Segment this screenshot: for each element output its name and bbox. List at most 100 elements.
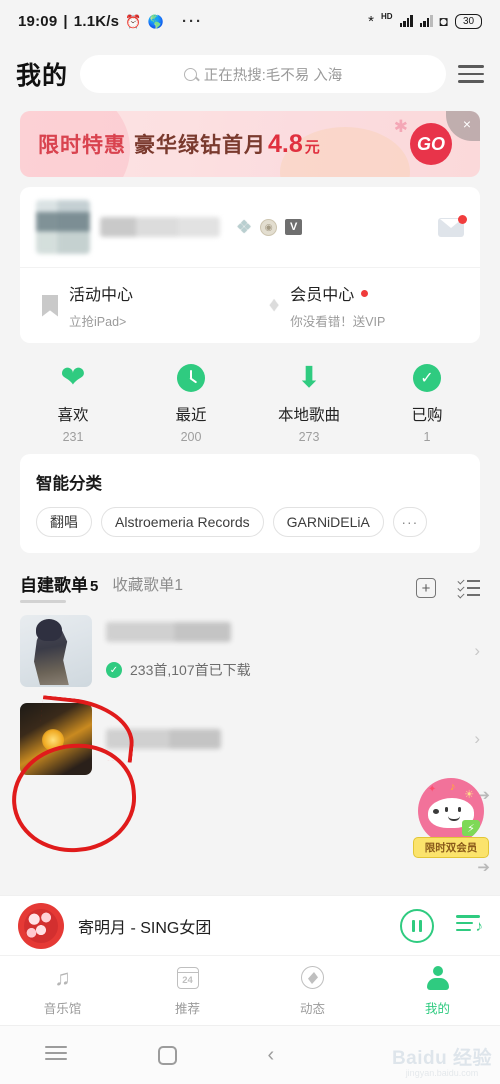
- status-separator: |: [63, 12, 68, 30]
- mini-player[interactable]: 寄明月 - SING女团 ♪: [0, 895, 500, 955]
- entry-member-center[interactable]: ♦ 会员中心 你没看错！送VIP: [253, 281, 480, 330]
- smart-classify-title: 智能分类: [36, 475, 102, 493]
- person-icon: [426, 965, 450, 991]
- diamond-icon: ♦: [269, 294, 280, 316]
- status-time: 19:09: [18, 12, 58, 30]
- playlist-cover[interactable]: [20, 703, 92, 775]
- pause-button-icon[interactable]: [400, 908, 434, 943]
- entry-row: 活动中心 立抢iPad> ♦ 会员中心 你没看错！送VIP: [20, 267, 480, 343]
- playlist-subtitle-row: ✓ 233首,107首已下载: [106, 660, 460, 680]
- mascot-eye-left: [445, 807, 448, 812]
- android-back-icon[interactable]: ‹: [267, 1044, 274, 1067]
- smart-classify-chips: 翻唱 Alstroemeria Records GARNiDELiA ···: [20, 494, 480, 553]
- promo-banner-text: 限时特惠 豪华绿钻首月 4.8 元: [38, 129, 320, 159]
- stat-count: 273: [298, 430, 320, 444]
- medal-badge-icon[interactable]: ◉: [260, 218, 278, 236]
- nav-item-music-hall[interactable]: ♫ 音乐馆: [0, 965, 125, 1017]
- battery-indicator: 30: [455, 13, 482, 29]
- username-redacted: [100, 217, 220, 237]
- nav-item-feed[interactable]: 动态: [250, 965, 375, 1017]
- entry-activity-center[interactable]: 活动中心 立抢iPad>: [20, 281, 253, 330]
- v-badge-icon[interactable]: V: [285, 219, 303, 235]
- playlist-meta: ✓ 233首,107首已下载: [106, 622, 460, 680]
- search-input[interactable]: 正在热搜:毛不易 入海: [80, 55, 446, 93]
- diamond-badge-icon[interactable]: ❖: [236, 217, 252, 238]
- mascot-nose: [433, 809, 439, 814]
- profile-card: ❖ ◉ V 活动中心 立抢iPad> ♦ 会员中心 你没看错！送VIP: [20, 187, 480, 343]
- chip-cover[interactable]: 翻唱: [36, 507, 92, 537]
- profile-badges: ❖ ◉ V: [236, 217, 303, 238]
- watermark-brand: Baidu 经验: [391, 1048, 492, 1069]
- android-home-icon[interactable]: [157, 1045, 177, 1065]
- app-header: 我的 正在热搜:毛不易 入海: [0, 42, 500, 106]
- playlist-row[interactable]: ✓ 233首,107首已下载 ›: [0, 607, 500, 695]
- promo-banner-price: 4.8: [268, 130, 303, 158]
- stat-label: 已购: [411, 407, 443, 424]
- chip-garnidelia[interactable]: GARNiDELiA: [272, 507, 384, 537]
- playlist-cover[interactable]: [20, 615, 92, 687]
- multi-select-icon[interactable]: [458, 579, 480, 597]
- promo-banner-tag: 限时特惠: [38, 134, 126, 157]
- nav-label: 推荐: [174, 1001, 200, 1016]
- stat-purchased[interactable]: ✓ 已购 1: [368, 361, 486, 444]
- stat-label: 最近: [175, 407, 207, 424]
- nav-item-recommend[interactable]: 24 推荐: [125, 965, 250, 1017]
- compass-icon: [301, 965, 324, 991]
- stat-count: 1: [423, 430, 431, 444]
- bluetooth-icon: *: [368, 12, 374, 30]
- alarm-clock-icon: ⏰: [125, 13, 142, 29]
- play-queue-icon[interactable]: ♪: [456, 915, 484, 936]
- clock-icon: [177, 361, 205, 395]
- tab-own-playlists[interactable]: 自建歌单 5: [20, 571, 98, 603]
- stat-favorites[interactable]: ❤ 喜欢 231: [14, 361, 132, 445]
- mascot-mouth: [448, 816, 460, 821]
- check-circle-icon: ✓: [413, 361, 441, 395]
- smart-classify-card: 智能分类 翻唱 Alstroemeria Records GARNiDELiA …: [20, 454, 480, 553]
- status-bar-right: * HD ◘ 30: [368, 11, 482, 30]
- watermark: Baidu 经验 jingyan.baidu.com: [392, 1043, 492, 1078]
- stat-label: 本地歌曲: [277, 407, 340, 424]
- profile-row[interactable]: ❖ ◉ V: [20, 187, 480, 267]
- chip-more[interactable]: ···: [392, 507, 427, 537]
- add-playlist-icon[interactable]: +: [416, 578, 436, 598]
- playlist-name-redacted: [106, 729, 221, 749]
- now-playing-artwork[interactable]: [18, 902, 64, 949]
- heart-icon: ❤: [60, 361, 86, 394]
- playlist-meta: [106, 729, 460, 749]
- stat-count: 200: [180, 430, 202, 444]
- watermark-url: jingyan.baidu.com: [405, 1068, 479, 1078]
- floating-promo-mascot[interactable]: ➔ ✦ ♪ ☀ ⚡ 限时双会员 ➔: [410, 778, 492, 876]
- status-bar: 19:09 | 1.1K/s ⏰ 🌎 ··· * HD ◘ 30: [0, 0, 500, 42]
- hamburger-menu-icon[interactable]: [458, 65, 484, 83]
- download-icon: ⬇: [296, 362, 322, 394]
- search-placeholder: 正在热搜:毛不易 入海: [203, 67, 343, 84]
- signal-bars-icon-1: [399, 15, 413, 27]
- music-sparkle-icon: ♪: [450, 781, 456, 793]
- bookmark-icon: [42, 294, 58, 317]
- playlist-tabs: 自建歌单 5 收藏歌单1 +: [0, 553, 500, 603]
- page-title: 我的: [16, 62, 69, 90]
- promo-banner[interactable]: 限时特惠 豪华绿钻首月 4.8 元 ✱ GO ×: [20, 111, 480, 177]
- android-menu-icon[interactable]: [45, 1046, 68, 1064]
- promo-go-button[interactable]: GO: [410, 123, 452, 165]
- pink-dog-mascot-icon: ✦ ♪ ☀ ⚡: [418, 778, 484, 844]
- avatar[interactable]: [36, 200, 90, 254]
- music-note-icon: ♪: [475, 918, 484, 936]
- nav-item-mine[interactable]: 我的: [375, 965, 500, 1017]
- entry-title: 活动中心: [69, 281, 133, 305]
- nav-label: 我的: [424, 1001, 450, 1016]
- entry-title: 会员中心: [290, 281, 385, 305]
- search-icon: [183, 67, 197, 81]
- now-playing-title: 寄明月 - SING女团: [78, 919, 212, 937]
- mail-button[interactable]: [438, 214, 467, 237]
- bottom-nav: ♫ 音乐馆 24 推荐 动态 我的: [0, 955, 500, 1025]
- stat-recent[interactable]: 最近 200: [132, 361, 250, 444]
- hd-label: HD: [380, 11, 393, 21]
- close-icon[interactable]: ×: [446, 111, 480, 141]
- stat-local-songs[interactable]: ⬇ 本地歌曲 273: [250, 361, 368, 445]
- tab-collected-playlists[interactable]: 收藏歌单1: [112, 573, 183, 603]
- playlist-row[interactable]: ›: [0, 695, 500, 783]
- chip-alstroemeria[interactable]: Alstroemeria Records: [101, 507, 264, 537]
- status-bar-left: 19:09 | 1.1K/s ⏰ 🌎 ···: [18, 13, 203, 30]
- mini-player-controls: ♪: [400, 908, 484, 943]
